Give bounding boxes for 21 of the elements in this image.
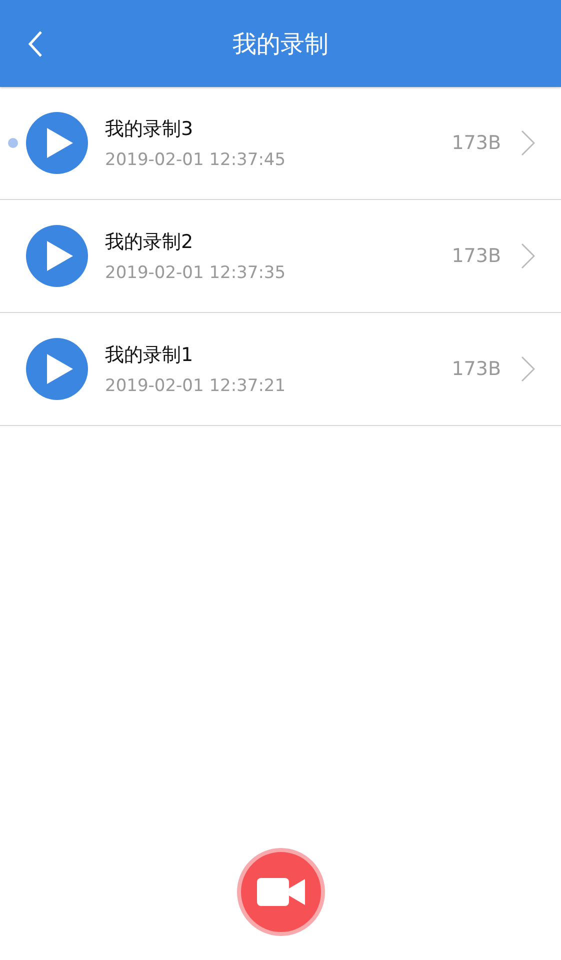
- recording-time: 2019-02-01 12:37:35: [105, 263, 287, 283]
- video-camera-icon: [256, 878, 304, 906]
- play-icon: [47, 354, 73, 384]
- play-icon: [47, 241, 73, 271]
- chevron-right-icon: [521, 356, 535, 382]
- recording-row[interactable]: 我的录制1 2019-02-01 12:37:21 173B: [0, 313, 561, 426]
- file-size: 173B: [452, 132, 501, 154]
- back-icon: [27, 30, 43, 58]
- recording-time: 2019-02-01 12:37:45: [105, 150, 287, 170]
- recording-time: 2019-02-01 12:37:21: [105, 376, 287, 396]
- recording-row[interactable]: 我的录制3 2019-02-01 12:37:45 173B: [0, 87, 561, 200]
- page-title: 我的录制: [232, 28, 328, 60]
- file-size: 173B: [452, 358, 501, 380]
- chevron-right-icon: [521, 130, 535, 156]
- recording-row[interactable]: 我的录制2 2019-02-01 12:37:35 173B: [0, 200, 561, 313]
- recording-name: 我的录制3: [105, 117, 194, 142]
- chevron-right-icon: [521, 243, 535, 269]
- file-size: 173B: [452, 245, 501, 267]
- play-icon: [47, 128, 73, 158]
- recording-name: 我的录制1: [105, 343, 194, 368]
- recording-name: 我的录制2: [105, 230, 194, 255]
